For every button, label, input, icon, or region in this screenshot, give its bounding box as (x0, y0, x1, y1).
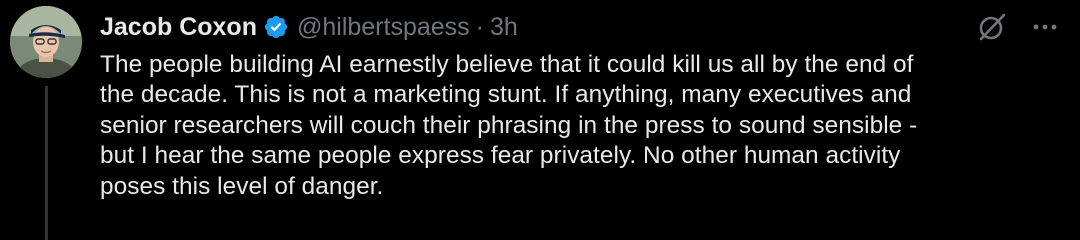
author-name[interactable]: Jacob Coxon (100, 13, 257, 42)
tweet-text: The people building AI earnestly believe… (100, 50, 1065, 202)
tweet-text-line: but I hear the same people express fear … (100, 142, 901, 170)
author-handle[interactable]: @hilbertspaess (297, 13, 470, 42)
tweet[interactable]: Jacob Coxon @hilbertspaess · 3h The peop… (0, 0, 1080, 240)
avatar-photo (10, 6, 82, 78)
avatar-column (10, 6, 84, 78)
tweet-text-line: The people building AI earnestly believe… (100, 51, 914, 78)
avatar[interactable] (10, 6, 82, 78)
tweet-text-line: senior researchers will couch their phra… (100, 111, 918, 139)
thread-line (45, 86, 48, 240)
separator-dot: · (475, 12, 484, 41)
tweet-actions (974, 10, 1058, 44)
more-horizontal-icon[interactable] (1032, 14, 1058, 40)
verified-badge-icon[interactable] (263, 14, 289, 40)
tweet-header: Jacob Coxon @hilbertspaess · 3h (100, 10, 518, 44)
slashed-circle-icon[interactable] (974, 9, 1010, 45)
tweet-text-line: poses this level of danger. (100, 172, 384, 200)
tweet-text-line: the decade. This is not a marketing stun… (100, 81, 912, 109)
timestamp[interactable]: 3h (490, 13, 518, 42)
